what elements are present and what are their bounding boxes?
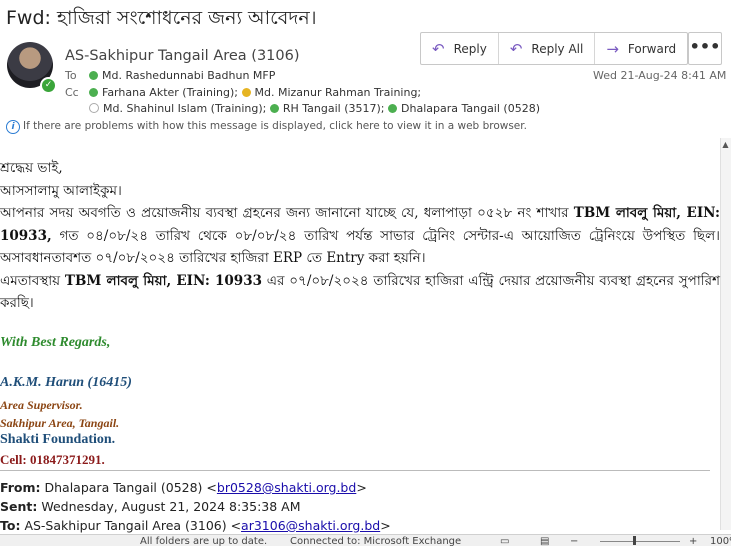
signature-organization: Shakti Foundation. — [0, 432, 116, 447]
forwarded-from: From: Dhalapara Tangail (0528) <br0528@s… — [0, 480, 367, 495]
message-body: শ্রদ্ধেয় ভাই, আসসালামু আলাইকুম। আপনার স… — [0, 157, 720, 315]
to-recipients: Md. Rashedunnabi Badhun MFP — [89, 69, 275, 82]
presence-offline-icon — [89, 103, 99, 113]
to-email-link[interactable]: ar3106@shakti.org.bd — [241, 518, 380, 533]
presence-icon — [269, 104, 279, 113]
vertical-scrollbar[interactable] — [720, 138, 731, 530]
presence-icon — [89, 88, 98, 97]
signature-phone: Cell: 01847371291. — [0, 452, 105, 467]
divider — [0, 470, 710, 471]
presence-icon — [89, 71, 98, 80]
presence-away-icon — [241, 88, 251, 97]
zoom-out-icon[interactable]: − — [570, 535, 578, 549]
recipient[interactable]: Farhana Akter (Training); — [102, 86, 238, 99]
paragraph-2: এমতাবস্থায় TBM লাবলু মিয়া, EIN: 10933 … — [0, 272, 721, 312]
cc-label: Cc — [65, 86, 79, 99]
info-bar[interactable]: i If there are problems with how this mes… — [6, 120, 527, 134]
reading-view-icon[interactable]: ▤ — [540, 535, 549, 549]
recipient[interactable]: Md. Shahinul Islam (Training); — [103, 102, 266, 115]
zoom-in-icon[interactable]: + — [689, 535, 697, 549]
zoom-slider[interactable] — [600, 541, 680, 542]
reply-all-icon: ↶ — [509, 39, 523, 58]
signature-regards: With Best Regards, — [0, 335, 111, 350]
forward-button[interactable]: → Forward — [595, 33, 687, 64]
connection-status: Connected to: Microsoft Exchange — [290, 536, 462, 547]
presence-icon — [388, 104, 398, 113]
salutation: আসসালামু আলাইকুম। — [0, 182, 122, 199]
signature-name: A.K.M. Harun (16415) — [0, 375, 132, 390]
recipient[interactable]: Md. Rashedunnabi Badhun MFP — [102, 69, 275, 82]
greeting: শ্রদ্ধেয় ভাই, — [0, 160, 63, 176]
status-bar: All folders are up to date. Connected to… — [0, 534, 731, 549]
sender-name[interactable]: AS-Sakhipur Tangail Area (3106) — [65, 48, 300, 64]
email-subject: Fwd: হাজিরা সংশোধনের জন্য আবেদন। — [6, 7, 317, 29]
zoom-level[interactable]: 100% — [710, 535, 731, 549]
info-icon: i — [6, 120, 20, 134]
paragraph-1: আপনার সদয় অবগতি ও প্রয়োজনীয় ব্যবস্থা … — [0, 205, 720, 266]
reply-actions: ↶ Reply ↶ Reply All → Forward — [420, 32, 689, 65]
reply-button[interactable]: ↶ Reply — [421, 33, 499, 64]
to-label: To — [65, 69, 77, 82]
from-email-link[interactable]: br0528@shakti.org.bd — [217, 480, 356, 495]
received-date: Wed 21-Aug-24 8:41 AM — [593, 69, 727, 82]
scroll-up-icon[interactable]: ▲ — [720, 140, 731, 152]
recipient[interactable]: Md. Mizanur Rahman Training; — [255, 86, 422, 99]
recipient[interactable]: Dhalapara Tangail (0528) — [401, 102, 540, 115]
signature-area: Sakhipur Area, Tangail. — [0, 416, 120, 430]
forward-icon: → — [606, 39, 619, 58]
cc-recipients-line2: Md. Shahinul Islam (Training); RH Tangai… — [89, 102, 540, 115]
reply-all-button[interactable]: ↶ Reply All — [499, 33, 596, 64]
more-actions-button[interactable]: ••• — [688, 32, 722, 65]
presence-available-icon: ✓ — [40, 77, 57, 94]
forwarded-to: To: AS-Sakhipur Tangail Area (3106) <ar3… — [0, 518, 391, 533]
reply-icon: ↶ — [432, 39, 445, 58]
zoom-thumb[interactable] — [633, 536, 636, 545]
forwarded-sent: Sent: Wednesday, August 21, 2024 8:35:38… — [0, 499, 301, 514]
normal-view-icon[interactable]: ▭ — [500, 535, 509, 549]
signature-role: Area Supervisor. — [0, 398, 83, 412]
cc-recipients-line1: Farhana Akter (Training); Md. Mizanur Ra… — [89, 86, 421, 99]
sync-status: All folders are up to date. — [140, 536, 268, 547]
recipient[interactable]: RH Tangail (3517); — [283, 102, 385, 115]
